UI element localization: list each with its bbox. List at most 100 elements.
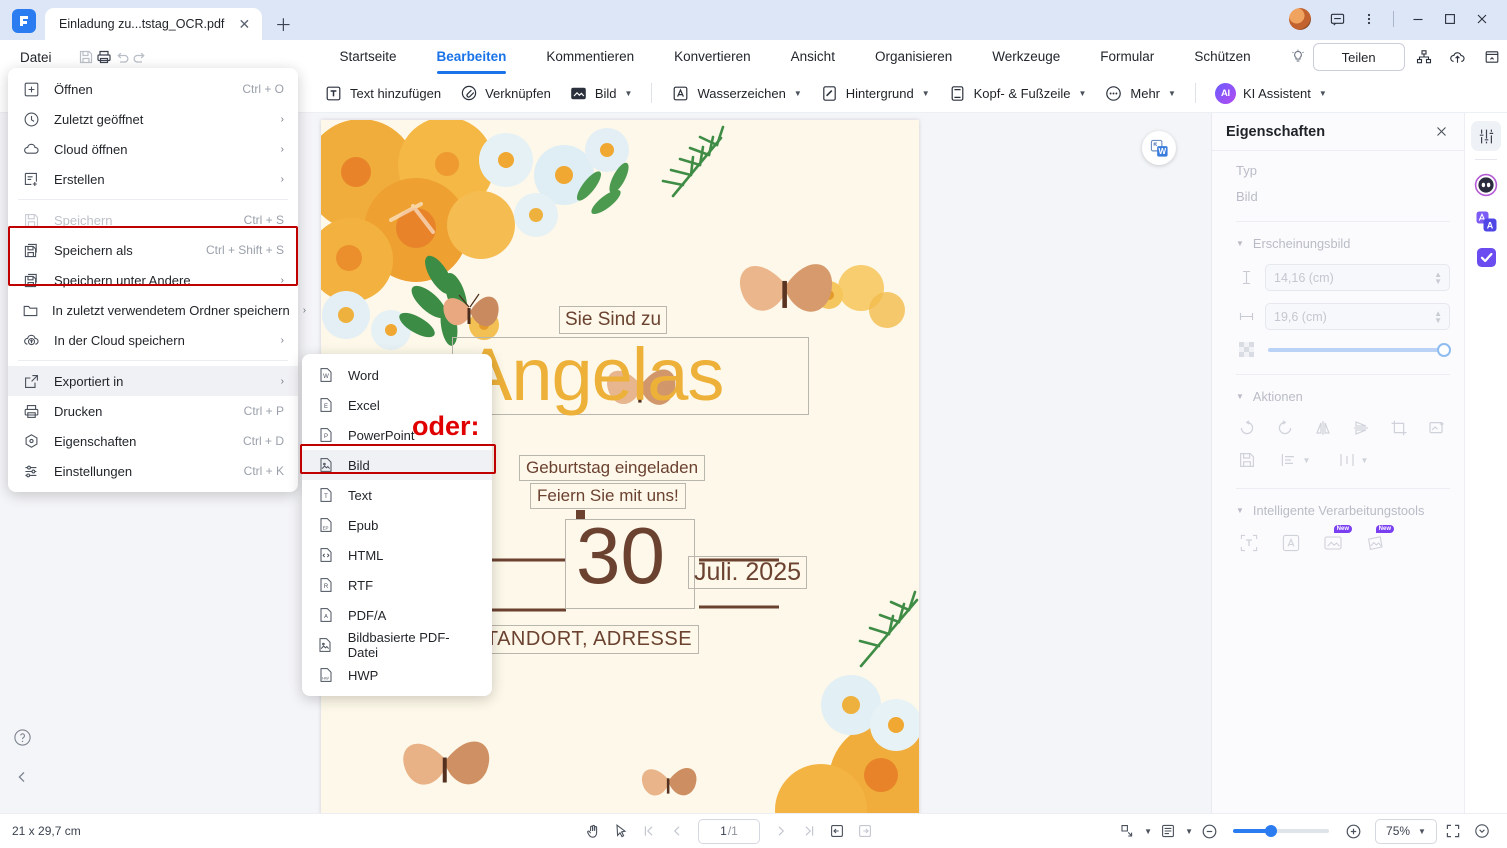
next-page-icon[interactable] [768, 819, 794, 843]
zoom-out-icon[interactable] [1196, 819, 1222, 843]
chevron-down-icon[interactable]: ▼ [1361, 456, 1369, 465]
convert-to-word-icon[interactable]: W [1142, 131, 1176, 165]
invitation-day-box[interactable]: 30 [565, 510, 695, 609]
fullscreen-icon[interactable] [1440, 819, 1466, 843]
stepper-icon[interactable]: ▲ ▼ [1434, 270, 1442, 285]
ai-assistant-button[interactable]: AI KI Assistent ▼ [1206, 79, 1336, 108]
menu-item-zuletzt-geoeffnet[interactable]: Zuletzt geöffnet › [8, 104, 298, 134]
zoom-slider-handle[interactable] [1265, 825, 1277, 837]
submenu-item-bildbasierte-pdf-datei[interactable]: Bildbasierte PDF-Datei [302, 630, 492, 660]
document-tab[interactable]: Einladung zu...tstag_OCR.pdf ✕ [45, 8, 263, 40]
ai-robot-icon[interactable] [1471, 170, 1501, 200]
chevron-left-icon[interactable] [0, 757, 44, 797]
menu-item-in-der-cloud-speichern[interactable]: In der Cloud speichern › [8, 325, 298, 355]
rotate-right-icon[interactable] [1274, 417, 1296, 439]
cloud-upload-icon[interactable] [1443, 43, 1473, 71]
submenu-item-word[interactable]: W Word [302, 360, 492, 390]
chevron-down-icon[interactable]: ▼ [922, 89, 930, 98]
image-restore-icon[interactable]: New [1362, 525, 1394, 555]
submenu-item-html[interactable]: HTML [302, 540, 492, 570]
menu-item-speichern-als[interactable]: Speichern als Ctrl + Shift + S [8, 235, 298, 265]
link-button[interactable]: Verknüpfen [450, 80, 560, 107]
close-icon[interactable] [1467, 6, 1497, 32]
submenu-item-text[interactable]: T Text [302, 480, 492, 510]
tab-organisieren[interactable]: Organisieren [855, 45, 972, 70]
maximize-icon[interactable] [1435, 6, 1465, 32]
smart-tools-section-header[interactable]: ▼ Intelligente Verarbeitungstools [1236, 503, 1450, 518]
chevron-down-icon[interactable]: ▼ [794, 89, 802, 98]
height-field[interactable]: 14,16 (cm) ▲ ▼ [1265, 264, 1450, 291]
scroll-mode-icon[interactable] [1114, 819, 1140, 843]
save-icon[interactable] [78, 44, 94, 70]
export-submenu[interactable]: W Word E Excel P PowerPoint Bild T Text … [302, 354, 492, 696]
close-icon[interactable]: ✕ [234, 14, 254, 34]
chevron-down-icon[interactable]: ▼ [1144, 827, 1152, 836]
replace-image-icon[interactable] [1426, 417, 1448, 439]
chevron-down-icon[interactable]: ▼ [1168, 89, 1176, 98]
opacity-slider[interactable] [1268, 342, 1451, 357]
print-icon[interactable] [96, 44, 112, 70]
menu-item-speichern-unter-andere[interactable]: Speichern unter Andere › [8, 265, 298, 295]
rotate-left-icon[interactable] [1236, 417, 1258, 439]
submenu-item-hwp[interactable]: HW HWP [302, 660, 492, 690]
menu-item-eigenschaften[interactable]: Eigenschaften Ctrl + D [8, 426, 298, 456]
invitation-line-1[interactable]: Sie Sind zu [558, 306, 668, 334]
header-footer-button[interactable]: Kopf- & Fußzeile ▼ [939, 80, 1096, 107]
appearance-section-header[interactable]: ▼ Erscheinungsbild [1236, 236, 1450, 251]
invitation-month-year[interactable]: Juli. 2025 [687, 556, 808, 589]
share-button[interactable]: Teilen [1312, 43, 1405, 71]
properties-sliders-icon[interactable] [1471, 121, 1501, 151]
stepper-icon[interactable]: ▲ ▼ [1434, 309, 1442, 324]
slider-handle[interactable] [1437, 342, 1451, 357]
datei-menu-button[interactable]: Datei [12, 47, 60, 68]
add-text-button[interactable]: Text hinzufügen [315, 80, 450, 107]
menu-item-einstellungen[interactable]: Einstellungen Ctrl + K [8, 456, 298, 486]
flip-horizontal-icon[interactable] [1312, 417, 1334, 439]
invitation-line-3[interactable]: Feiern Sie mit uns! [530, 483, 686, 509]
flip-vertical-icon[interactable] [1350, 417, 1372, 439]
more-view-icon[interactable] [1469, 819, 1495, 843]
first-page-icon[interactable] [636, 819, 662, 843]
menu-item-in-zuletzt-verwendetem-ordner-speichern[interactable]: In zuletzt verwendetem Ordner speichern … [8, 295, 306, 325]
align-icon[interactable]: ▼ [1274, 449, 1316, 471]
chevron-down-icon[interactable]: ▼ [1185, 827, 1193, 836]
menu-item-exportiert-in[interactable]: Exportiert in › [8, 366, 298, 396]
plus-icon[interactable]: ＋ [270, 10, 296, 36]
image-button[interactable]: Bild ▼ [560, 80, 642, 107]
minimize-icon[interactable] [1403, 6, 1433, 32]
submenu-item-bild[interactable]: Bild [302, 450, 492, 480]
tab-konvertieren[interactable]: Konvertieren [654, 45, 771, 70]
fit-page-icon[interactable] [852, 819, 878, 843]
tab-formular[interactable]: Formular [1080, 45, 1174, 70]
menu-item-erstellen[interactable]: Erstellen › [8, 164, 298, 194]
collapse-ribbon-icon[interactable] [1477, 43, 1507, 71]
menu-item-cloud-oeffnen[interactable]: Cloud öffnen › [8, 134, 298, 164]
chevron-down-icon[interactable]: ▼ [1319, 89, 1327, 98]
zoom-in-icon[interactable] [1340, 819, 1366, 843]
actions-section-header[interactable]: ▼ Aktionen [1236, 389, 1450, 404]
file-menu-dropdown[interactable]: Öffnen Ctrl + O Zuletzt geöffnet › Cloud… [8, 68, 306, 492]
fit-width-icon[interactable] [824, 819, 850, 843]
comment-icon[interactable] [1322, 6, 1352, 32]
redo-icon[interactable] [132, 44, 148, 70]
tab-bearbeiten[interactable]: Bearbeiten [417, 45, 527, 74]
lightbulb-icon[interactable] [1283, 45, 1313, 69]
undo-icon[interactable] [114, 44, 130, 70]
image-enhance-icon[interactable]: New [1320, 525, 1352, 555]
invitation-address[interactable]: STANDORT, ADRESSE [464, 625, 700, 654]
distribute-icon[interactable]: ▼ [1332, 449, 1374, 471]
help-circle-icon[interactable] [0, 717, 44, 757]
tab-werkzeuge[interactable]: Werkzeuge [972, 45, 1080, 70]
width-field[interactable]: 19,6 (cm) ▲ ▼ [1265, 303, 1450, 330]
more-button[interactable]: Mehr ▼ [1095, 80, 1185, 107]
close-icon[interactable] [1430, 121, 1452, 143]
invitation-name-box[interactable]: Angelas [452, 333, 809, 416]
translate-icon[interactable]: A [1471, 206, 1501, 236]
zoom-level-select[interactable]: 75% ▼ [1375, 818, 1437, 844]
submenu-item-epub[interactable]: EP Epub [302, 510, 492, 540]
background-button[interactable]: Hintergrund ▼ [811, 80, 939, 107]
submenu-item-rtf[interactable]: R RTF [302, 570, 492, 600]
hand-tool-icon[interactable] [580, 819, 606, 843]
ocr-text-icon[interactable] [1236, 531, 1262, 555]
menu-item-oeffnen[interactable]: Öffnen Ctrl + O [8, 74, 298, 104]
